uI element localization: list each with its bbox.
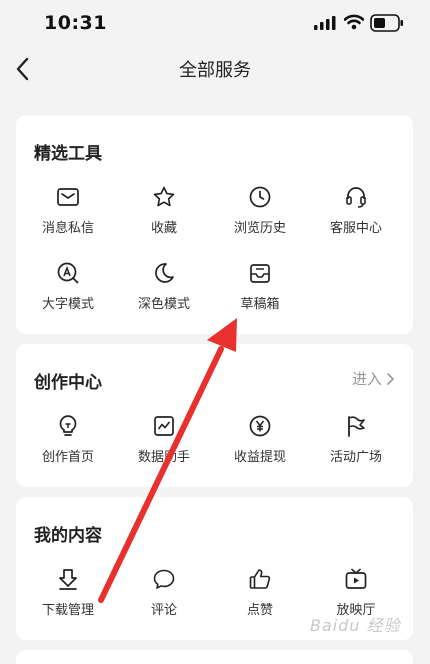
enter-label: 进入: [351, 370, 382, 388]
service-label: 浏览历史: [233, 221, 286, 236]
tv-icon: [345, 568, 367, 589]
service-earnings[interactable]: 收益提现: [212, 414, 308, 465]
status-time: 10:31: [44, 12, 107, 34]
service-label: 深色模式: [137, 297, 190, 312]
service-label: 评论: [150, 603, 177, 618]
comment-icon: [153, 569, 175, 589]
service-messages[interactable]: 消息私信: [20, 185, 116, 236]
star-icon: [153, 186, 175, 207]
thumbs-up-icon: [249, 569, 271, 589]
service-label: 消息私信: [41, 221, 94, 236]
section-title: 我的内容: [34, 526, 102, 546]
service-cinema[interactable]: 放映厅: [308, 567, 404, 618]
service-downloads[interactable]: 下载管理: [20, 567, 116, 618]
nav-bar: 全部服务: [0, 48, 430, 92]
moon-icon: [155, 263, 174, 283]
service-label: 创作首页: [41, 450, 94, 465]
wifi-icon: [344, 14, 364, 30]
service-label: 数据助手: [137, 450, 190, 465]
section-title: 创作中心: [34, 373, 102, 393]
section-featured-tools: 精选工具 消息私信 收藏 浏览历史 客服中心 大字模式 深色模式 草稿箱: [16, 115, 413, 334]
lightbulb-icon: [59, 415, 77, 436]
watermark: Baidu 经验: [310, 616, 401, 635]
yen-icon: [249, 415, 271, 437]
enter-link[interactable]: 进入: [352, 368, 395, 389]
message-icon: [57, 188, 79, 206]
service-label: 收益提现: [233, 450, 286, 465]
service-creator-home[interactable]: 创作首页: [20, 414, 116, 465]
service-likes[interactable]: 点赞: [212, 567, 308, 618]
headset-icon: [346, 187, 366, 208]
status-bar: 10:31: [0, 0, 430, 48]
service-label: 点赞: [246, 603, 273, 618]
service-favorites[interactable]: 收藏: [116, 185, 212, 236]
draft-box-icon: [250, 264, 270, 283]
service-label: 大字模式: [41, 297, 94, 312]
service-label: 下载管理: [41, 603, 94, 618]
font-size-icon: [57, 262, 79, 284]
service-customer-service[interactable]: 客服中心: [308, 185, 404, 236]
battery-icon: [370, 14, 403, 32]
service-drafts[interactable]: 草稿箱: [212, 261, 308, 312]
service-events[interactable]: 活动广场: [308, 414, 404, 465]
service-dark-mode[interactable]: 深色模式: [116, 261, 212, 312]
service-label: 草稿箱: [240, 297, 280, 312]
clock-icon: [249, 186, 271, 208]
chart-icon: [154, 416, 174, 436]
service-large-font[interactable]: 大字模式: [20, 261, 116, 312]
service-history[interactable]: 浏览历史: [212, 185, 308, 236]
service-data-assistant[interactable]: 数据助手: [116, 414, 212, 465]
section-title: 精选工具: [34, 144, 102, 164]
page-title: 全部服务: [179, 60, 251, 81]
flag-icon: [348, 416, 365, 437]
next-card-edge: [16, 650, 413, 664]
service-comments[interactable]: 评论: [116, 567, 212, 618]
cellular-signal-icon: [314, 16, 336, 30]
service-label: 收藏: [150, 221, 177, 236]
section-creator-center: 创作中心 进入 创作首页 数据助手 收益提现 活动广场: [16, 344, 413, 487]
service-label: 活动广场: [329, 450, 382, 465]
service-label: 客服中心: [329, 221, 382, 236]
chevron-right-icon: [387, 372, 395, 385]
download-icon: [59, 569, 77, 590]
